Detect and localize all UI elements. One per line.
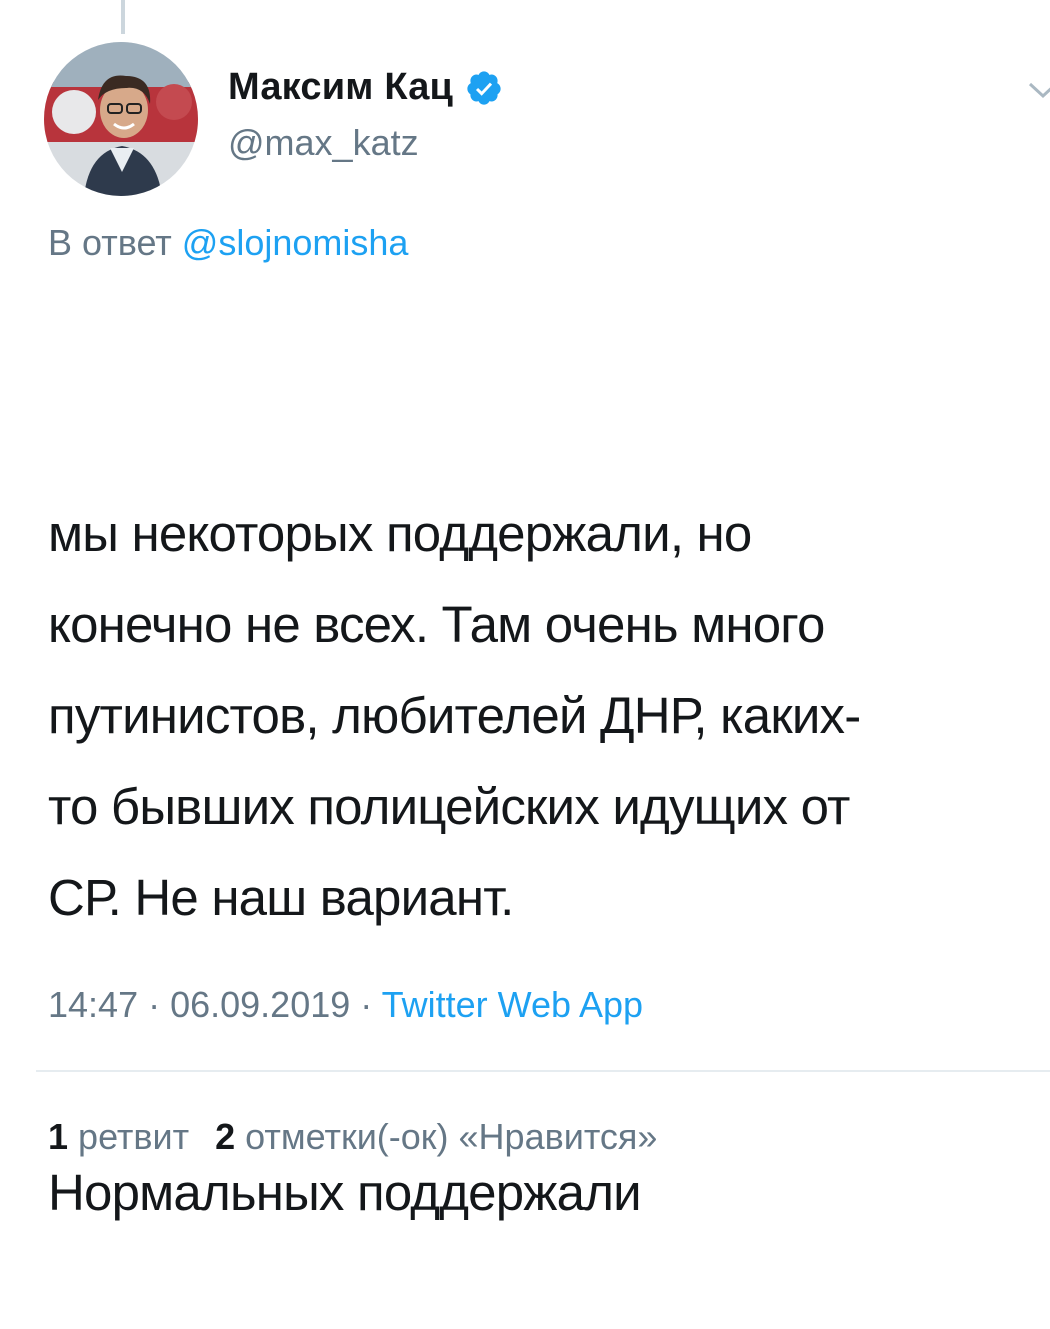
verified-badge-icon [467,70,501,105]
likes-stat[interactable]: 2 отметки(-ок) «Нравится» [215,1116,657,1158]
meta-separator: · [350,984,382,1025]
tweet-time[interactable]: 14:47 [48,984,138,1025]
tweet-paragraph: Нормальных поддержали [48,1164,642,1221]
likes-count: 2 [215,1116,236,1157]
tweet-source-link[interactable]: Twitter Web App [382,984,643,1025]
avatar-photo [44,42,198,196]
meta-separator: · [138,984,171,1025]
user-handle[interactable]: @max_katz [228,122,419,164]
tweet-stats: 1 ретвит 2 отметки(-ок) «Нравится» [48,1116,657,1158]
chevron-down-icon[interactable] [1028,80,1050,102]
author-name-row[interactable]: Максим Кац [228,66,503,109]
retweets-count: 1 [48,1116,69,1157]
tweet-date[interactable]: 06.09.2019 [170,984,350,1025]
tweet-paragraph: мы некоторых поддержали, но конечно не в… [48,505,861,926]
thread-connector-line [121,0,125,34]
divider [36,1070,1050,1072]
reply-prefix: В ответ [48,222,182,263]
tweet-meta: 14:47 · 06.09.2019 · Twitter Web App [48,984,643,1026]
likes-label: отметки(-ок) «Нравится» [245,1116,658,1157]
reply-mention-link[interactable]: @slojnomisha [182,222,409,263]
tweet-body: мы некоторых поддержали, но конечно не в… [48,306,1050,1329]
display-name[interactable]: Максим Кац [228,66,453,109]
retweets-label: ретвит [78,1116,190,1157]
reply-context: В ответ @slojnomisha [48,222,408,264]
avatar[interactable] [44,42,198,196]
retweets-stat[interactable]: 1 ретвит [48,1116,189,1158]
